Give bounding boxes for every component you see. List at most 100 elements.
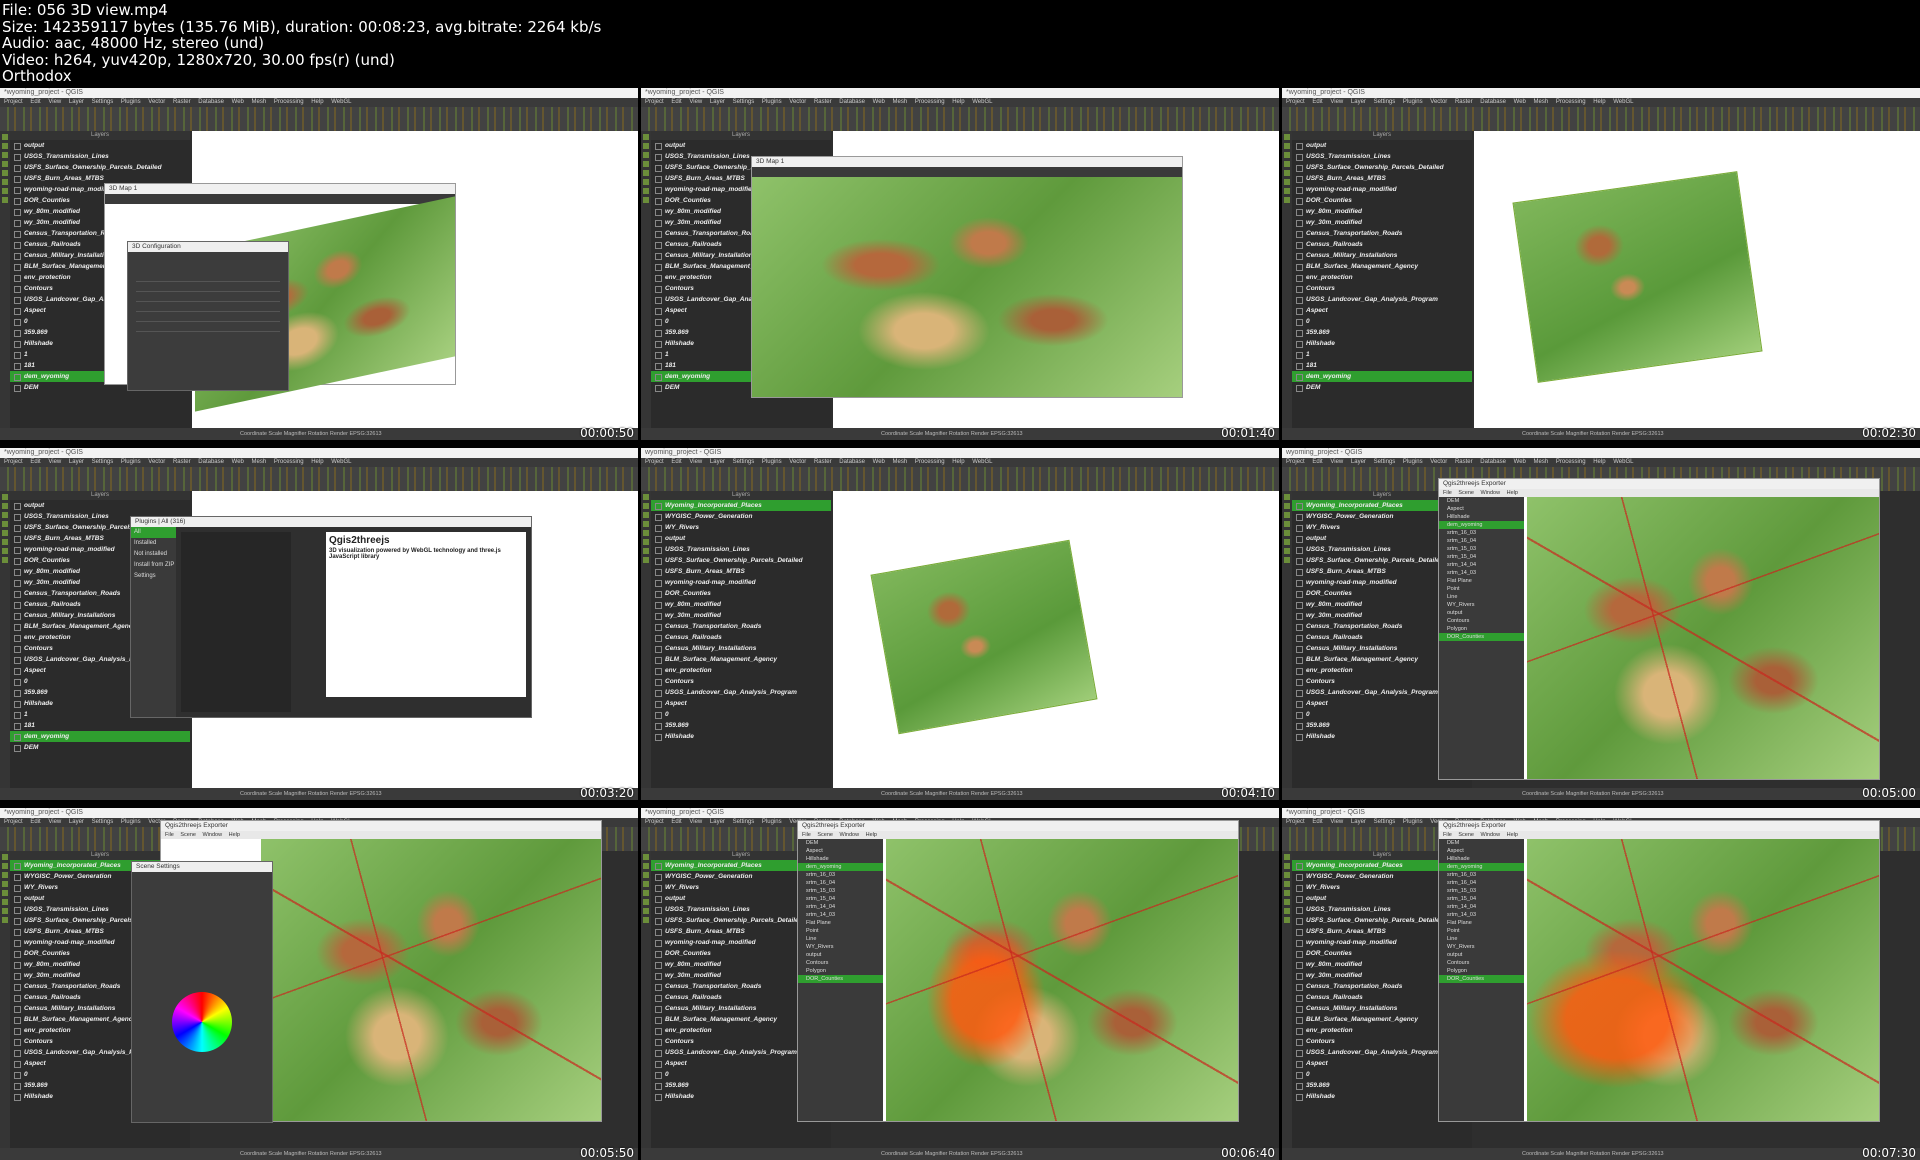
menu-bar[interactable]: Project Edit View Layer Settings Plugins… (1282, 98, 1920, 107)
layer-item[interactable]: output (1292, 140, 1472, 151)
exporter-tree-item[interactable]: DEM (1439, 839, 1524, 847)
exporter-tree-item[interactable]: Polygon (1439, 625, 1524, 633)
exporter-tree-item[interactable]: output (1439, 609, 1524, 617)
3d-terrain-view[interactable] (261, 839, 601, 1121)
exporter-tree-item[interactable]: DOR_Counties (798, 975, 883, 983)
layer-item[interactable]: USFS_Burn_Areas_MTBS (651, 566, 831, 577)
exporter-tree-item[interactable]: Line (1439, 935, 1524, 943)
layer-item[interactable]: 181 (10, 720, 190, 731)
exporter-tree-item[interactable]: Polygon (1439, 967, 1524, 975)
map-canvas[interactable]: 3D Map 1 3D Configuration (104, 131, 638, 428)
color-wheel[interactable] (172, 992, 232, 1052)
exporter-tree-item[interactable]: srtm_16_03 (1439, 529, 1524, 537)
layer-item[interactable]: Aspect (651, 698, 831, 709)
exporter-tree-item[interactable]: WY_Rivers (798, 943, 883, 951)
exporter-tree-item[interactable]: DEM (1439, 497, 1524, 505)
exporter-tree-item[interactable]: WY_Rivers (1439, 601, 1524, 609)
layer-item[interactable]: output (651, 533, 831, 544)
exporter-tree-item[interactable]: srtm_15_04 (1439, 553, 1524, 561)
layers-panel[interactable]: Layers Wyoming_Incorporated_Places WYGISC… (651, 491, 831, 788)
thumbnail-7[interactable]: *wyoming_project - QGIS Project Edit Vie… (0, 808, 638, 1160)
exporter-tree-item[interactable]: WY_Rivers (1439, 943, 1524, 951)
exporter-tree-item[interactable]: Flat Plane (798, 919, 883, 927)
side-toolbar[interactable] (641, 851, 651, 1148)
exporter-menu[interactable]: File Scene Window Help (1439, 831, 1879, 839)
layer-item[interactable]: 1 (1292, 349, 1472, 360)
layer-item[interactable]: USGS_Landcover_Gap_Analysis_Program (1292, 294, 1472, 305)
layer-item[interactable]: DEM (1292, 382, 1472, 393)
exporter-tree-item[interactable]: srtm_15_04 (798, 895, 883, 903)
exporter-tree-item[interactable]: Aspect (798, 847, 883, 855)
layer-item[interactable]: Hillshade (651, 731, 831, 742)
layer-item[interactable]: Hillshade (1292, 338, 1472, 349)
layer-item[interactable]: env_protection (651, 665, 831, 676)
exporter-layer-tree[interactable]: DEM Aspect Hillshade dem_wyoming srtm_16_03 s… (1439, 497, 1524, 779)
layer-item[interactable]: Wyoming_Incorporated_Places (651, 500, 831, 511)
toolbar[interactable] (0, 107, 638, 131)
3d-terrain-view[interactable] (1527, 497, 1879, 779)
side-toolbar[interactable] (0, 131, 10, 428)
plugin-menu-item[interactable]: Installed (131, 538, 176, 549)
exporter-tree-item[interactable]: output (1439, 951, 1524, 959)
exporter-window[interactable]: Qgis2threejs Exporter File Scene Window … (797, 820, 1239, 1122)
plugin-menu-item[interactable]: Settings (131, 571, 176, 582)
thumbnail-3[interactable]: *wyoming_project - QGIS Project Edit Vie… (1282, 88, 1920, 440)
exporter-tree-item[interactable]: Hillshade (798, 855, 883, 863)
exporter-tree-item[interactable]: srtm_14_03 (1439, 911, 1524, 919)
map-canvas[interactable]: Plugins | All (316) All Installed Not inst… (130, 491, 638, 788)
exporter-tree-item[interactable]: srtm_15_04 (1439, 895, 1524, 903)
side-toolbar[interactable] (641, 491, 651, 788)
exporter-tree-item[interactable]: srtm_14_03 (1439, 569, 1524, 577)
layer-item[interactable]: wy_80m_modified (651, 599, 831, 610)
exporter-tree-item[interactable]: Hillshade (1439, 855, 1524, 863)
exporter-tree-item[interactable]: Polygon (798, 967, 883, 975)
exporter-tree-item[interactable]: srtm_16_03 (1439, 871, 1524, 879)
layer-item[interactable]: USGS_Transmission_Lines (651, 544, 831, 555)
side-toolbar[interactable] (641, 131, 651, 428)
menu-bar[interactable]: Project Edit View Layer Settings Plugins… (641, 98, 1279, 107)
3d-configuration-dialog[interactable]: 3D Configuration (127, 241, 289, 391)
exporter-tree-item[interactable]: Contours (1439, 959, 1524, 967)
toolbar[interactable] (641, 467, 1279, 491)
layer-item[interactable]: wyoming-road-map_modified (651, 577, 831, 588)
exporter-tree-item[interactable]: srtm_16_04 (1439, 537, 1524, 545)
layer-item[interactable]: USFS_Surface_Ownership_Parcels_Detailed (1292, 162, 1472, 173)
menu-bar[interactable]: Project Edit View Layer Settings Plugins… (641, 458, 1279, 467)
exporter-tree-item[interactable]: srtm_14_04 (798, 903, 883, 911)
map-canvas[interactable]: 3D Map 1 (751, 131, 1279, 428)
layer-item[interactable]: dem_wyoming (10, 731, 190, 742)
layer-item[interactable]: 359.869 (1292, 327, 1472, 338)
layer-item[interactable]: Census_Railroads (1292, 239, 1472, 250)
layer-item[interactable]: DEM (10, 742, 190, 753)
layer-item[interactable]: 0 (1292, 316, 1472, 327)
layer-item[interactable]: Census_Transportation_Roads (1292, 228, 1472, 239)
exporter-tree-item[interactable]: srtm_15_03 (798, 887, 883, 895)
layer-item[interactable]: DOR_Counties (651, 588, 831, 599)
layer-item[interactable]: USFS_Surface_Ownership_Parcels_Detailed (10, 162, 190, 173)
3d-terrain-view[interactable] (886, 839, 1238, 1121)
exporter-tree-item[interactable]: Contours (798, 959, 883, 967)
side-toolbar[interactable] (1282, 851, 1292, 1148)
side-toolbar[interactable] (1282, 491, 1292, 788)
exporter-tree-item[interactable]: Flat Plane (1439, 577, 1524, 585)
exporter-tree-item[interactable]: Line (798, 935, 883, 943)
exporter-window[interactable]: Qgis2threejs Exporter File Scene Window … (131, 820, 602, 1123)
thumbnail-5[interactable]: wyoming_project - QGIS Project Edit View… (641, 448, 1279, 800)
exporter-menu[interactable]: File Scene Window Help (1439, 489, 1879, 497)
layer-item[interactable]: USFS_Surface_Ownership_Parcels_Detailed (651, 555, 831, 566)
layers-panel[interactable]: Layers output USGS_Transmission_Lines USFS… (1292, 131, 1472, 428)
layer-item[interactable]: BLM_Surface_Management_Agency (651, 654, 831, 665)
layer-item[interactable]: output (10, 140, 190, 151)
exporter-tree-item[interactable]: srtm_14_04 (1439, 903, 1524, 911)
exporter-layer-tree[interactable]: DEM Aspect Hillshade dem_wyoming srtm_16_03 s… (1439, 839, 1524, 1121)
scene-settings-dialog[interactable]: Scene Settings (131, 861, 273, 1123)
layer-item[interactable]: dem_wyoming (1292, 371, 1472, 382)
menu-bar[interactable]: Project Edit View Layer Settings Plugins… (0, 458, 638, 467)
thumbnail-8[interactable]: *wyoming_project - QGIS Project Edit Vie… (641, 808, 1279, 1160)
map-canvas[interactable] (833, 491, 1279, 788)
layer-item[interactable]: wy_30m_modified (1292, 217, 1472, 228)
layer-item[interactable]: Census_Railroads (651, 632, 831, 643)
layer-item[interactable]: WY_Rivers (651, 522, 831, 533)
plugin-menu-item[interactable]: All (131, 527, 176, 538)
layer-item[interactable]: Census_Military_Installations (651, 643, 831, 654)
